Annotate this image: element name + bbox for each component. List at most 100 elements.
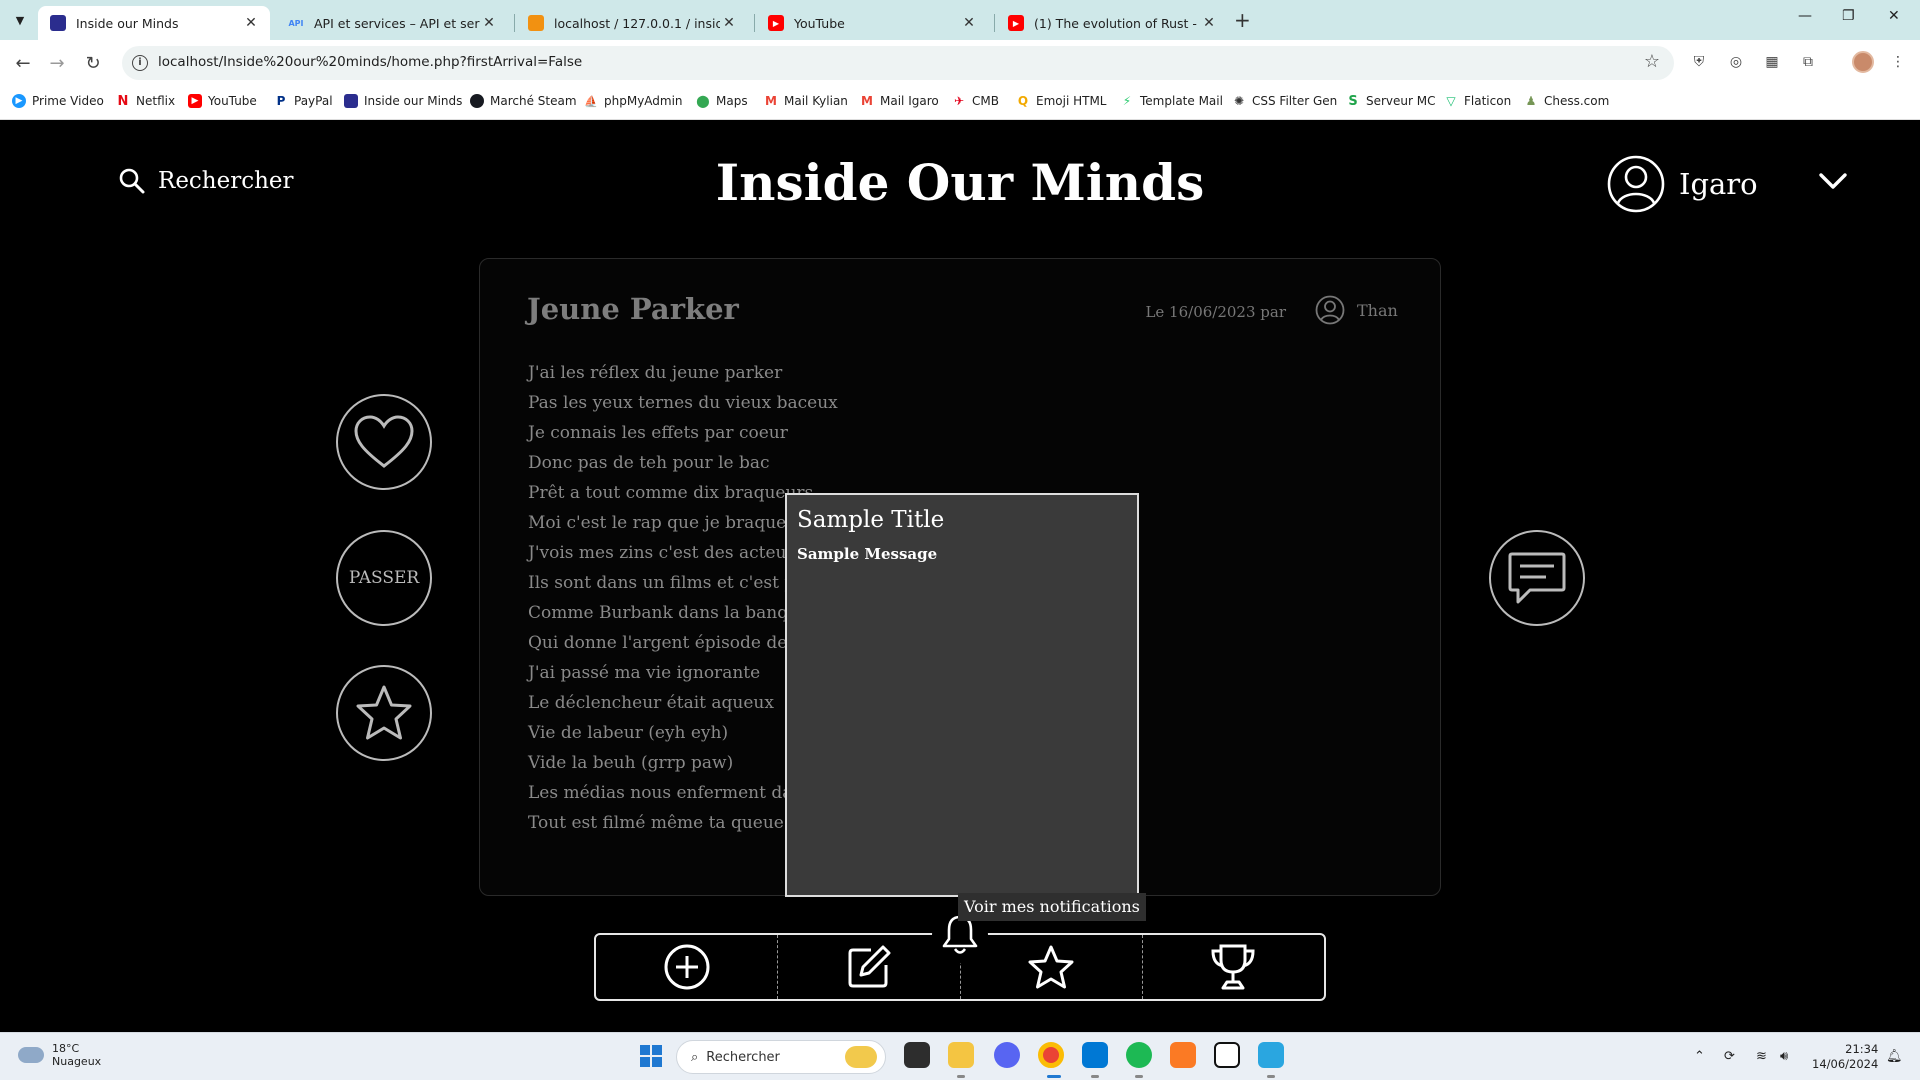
leaderboard-button[interactable] <box>1143 935 1324 999</box>
bookmark-item[interactable]: P PayPal <box>274 94 333 108</box>
pass-button[interactable]: PASSER <box>336 530 432 626</box>
bookmark-item[interactable]: ⚡ Template Mail <box>1120 94 1223 108</box>
tab-rust-video[interactable]: ▶ (1) The evolution of Rust - 2013 ✕ <box>996 6 1228 40</box>
comment-icon <box>1508 552 1566 604</box>
notification-bell-icon[interactable]: 🔔︎ <box>1886 1049 1903 1064</box>
bookmark-item[interactable]: N Netflix <box>116 94 176 109</box>
tab-api-services[interactable]: API API et services – API et services ✕ <box>276 6 508 40</box>
bookmark-item[interactable]: S Serveur MC <box>1346 94 1435 109</box>
bookmark-label: Chess.com <box>1544 94 1610 108</box>
extension-icon[interactable]: ◎ <box>1726 52 1746 72</box>
bookmark-item[interactable]: ⛵ phpMyAdmin <box>584 94 683 108</box>
notion-icon[interactable] <box>1214 1042 1240 1068</box>
tab-search-button[interactable]: ▼ <box>8 8 32 32</box>
bookmark-label: YouTube <box>208 94 257 108</box>
search-highlight-icon <box>845 1046 877 1068</box>
site-info-icon[interactable]: i <box>132 55 148 71</box>
running-indicator <box>1047 1075 1061 1078</box>
system-clock[interactable]: 21:34 14/06/2024 <box>1812 1042 1878 1072</box>
tab-inside-our-minds[interactable]: Inside our Minds ✕ <box>38 6 270 40</box>
like-button[interactable] <box>336 394 432 490</box>
favorite-button[interactable] <box>336 665 432 761</box>
chevron-down-icon[interactable] <box>1818 171 1848 191</box>
bookmark-item[interactable]: M Mail Kylian <box>764 94 848 108</box>
notification-popup[interactable]: Sample Title Sample Message <box>785 493 1139 897</box>
bookmark-item[interactable]: ✺ CSS Filter Gen <box>1232 94 1337 108</box>
notification-title: Sample Title <box>797 507 945 533</box>
post-date: Le 16/06/2023 par <box>1145 303 1286 321</box>
bookmark-label: Emoji HTML <box>1036 94 1107 108</box>
tray-overflow-icon[interactable]: ⌃ <box>1694 1049 1705 1064</box>
post-author[interactable]: Than <box>1315 295 1398 325</box>
tab-youtube[interactable]: ▶ YouTube ✕ <box>756 6 988 40</box>
browser-menu-icon[interactable]: ⋮ <box>1888 52 1908 72</box>
sync-icon[interactable]: ⟳ <box>1724 1049 1735 1064</box>
clock-time: 21:34 <box>1845 1042 1879 1056</box>
discord-icon[interactable] <box>994 1042 1020 1068</box>
address-bar[interactable]: i localhost/Inside%20our%20minds/home.ph… <box>122 46 1674 80</box>
bookmark-item[interactable]: M Mail Igaro <box>860 94 939 108</box>
bookmark-item[interactable]: Marché Steam <box>470 94 577 108</box>
file-explorer-icon[interactable] <box>948 1042 974 1068</box>
minimize-icon[interactable]: — <box>1798 8 1812 24</box>
bookmark-item[interactable]: ✈ CMB <box>952 94 999 108</box>
weather-widget[interactable]: 18°C Nuageux <box>18 1042 101 1068</box>
reload-icon[interactable]: ↻ <box>80 50 106 76</box>
restore-icon[interactable]: ❐ <box>1842 8 1855 24</box>
shield-extension-icon[interactable]: ⛨ <box>1689 52 1709 72</box>
xampp-icon[interactable] <box>1170 1042 1196 1068</box>
bookmark-item[interactable]: ▽ Flaticon <box>1444 94 1511 108</box>
browser-toolbar: ← → ↻ i localhost/Inside%20our%20minds/h… <box>0 40 1920 86</box>
wifi-icon[interactable]: ≋ <box>1756 1049 1767 1064</box>
tab-separator <box>994 14 995 32</box>
tab-title: API et services – API et services <box>314 15 480 31</box>
chrome-icon[interactable] <box>1038 1042 1064 1068</box>
profile-avatar[interactable] <box>1852 51 1874 73</box>
temperature: 18°C <box>52 1042 80 1055</box>
windows-start-icon[interactable] <box>640 1045 662 1067</box>
close-icon[interactable]: ✕ <box>720 15 738 31</box>
close-icon[interactable]: ✕ <box>480 15 498 31</box>
plus-circle-icon <box>664 944 710 990</box>
volume-icon[interactable]: 🔊︎ <box>1780 1049 1788 1064</box>
youtube-icon: ▶ <box>768 15 784 31</box>
paypal-icon: P <box>276 94 286 108</box>
url-text[interactable]: localhost/Inside%20our%20minds/home.php?… <box>158 54 582 70</box>
close-icon[interactable]: ✕ <box>242 15 260 31</box>
window-close-icon[interactable]: ✕ <box>1888 8 1900 24</box>
username: Igaro <box>1679 167 1758 201</box>
spotify-icon[interactable] <box>1126 1042 1152 1068</box>
extensions-puzzle-icon[interactable]: ⧉ <box>1798 52 1818 72</box>
qr-extension-icon[interactable]: ▦ <box>1762 52 1782 72</box>
tab-phpmyadmin[interactable]: localhost / 127.0.0.1 / insidehig ✕ <box>516 6 748 40</box>
bookmark-label: Maps <box>716 94 748 108</box>
tab-title: Inside our Minds <box>76 15 179 31</box>
bookmark-item[interactable]: ♟ Chess.com <box>1524 94 1610 108</box>
new-tab-button[interactable]: + <box>1234 8 1251 32</box>
bookmark-item[interactable]: ▶ YouTube <box>188 94 257 108</box>
cmb-icon: ✈ <box>953 94 965 108</box>
close-icon[interactable]: ✕ <box>960 15 978 31</box>
bookmark-star-icon[interactable]: ☆ <box>1644 51 1660 72</box>
bookmark-label: Template Mail <box>1140 94 1223 108</box>
user-menu[interactable]: Igaro <box>1607 155 1758 213</box>
notepad-icon[interactable] <box>1258 1042 1284 1068</box>
close-icon[interactable]: ✕ <box>1200 15 1218 31</box>
bookmark-item[interactable]: ⬤ Maps <box>696 94 748 108</box>
forward-icon[interactable]: → <box>44 50 70 76</box>
emoji-icon: Q <box>1017 94 1029 108</box>
taskbar-search[interactable]: ⌕ Rechercher <box>676 1040 886 1074</box>
comment-button[interactable] <box>1489 530 1585 626</box>
bookmark-item[interactable]: ▶ Prime Video <box>12 94 104 108</box>
add-post-button[interactable] <box>596 935 779 999</box>
back-icon[interactable]: ← <box>10 50 36 76</box>
bookmark-item[interactable]: Q Emoji HTML <box>1016 94 1107 108</box>
vscode-icon[interactable] <box>1082 1042 1108 1068</box>
task-view-icon[interactable] <box>904 1042 930 1068</box>
post-line: Donc pas de teh pour le bac <box>528 453 770 473</box>
post-line: Je connais les effets par coeur <box>528 423 788 443</box>
bookmark-item[interactable]: Inside our Minds <box>344 94 462 108</box>
bookmark-label: phpMyAdmin <box>604 94 683 108</box>
favorites-nav-button[interactable] <box>961 935 1143 999</box>
bookmark-label: Mail Igaro <box>880 94 939 108</box>
